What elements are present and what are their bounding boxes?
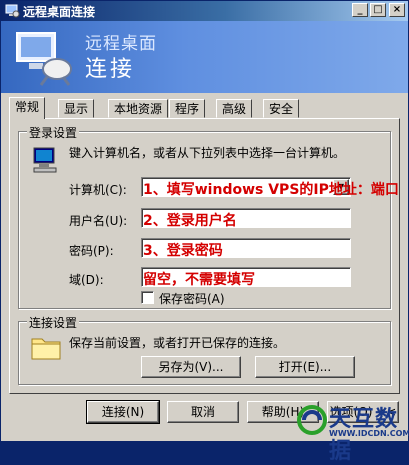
title-bar[interactable]: 远程桌面连接 _ □ × <box>1 1 408 21</box>
tab-local-resources[interactable]: 本地资源 <box>108 99 169 118</box>
computer-icon <box>33 147 57 173</box>
connection-description: 保存当前设置，或者打开已保存的连接。 <box>69 336 286 350</box>
domain-annotation: 留空，不需要填写 <box>143 272 255 288</box>
tab-display[interactable]: 显示 <box>58 99 95 118</box>
tab-security[interactable]: 安全 <box>263 99 300 118</box>
remote-desktop-logo-icon <box>16 32 72 86</box>
folder-icon <box>31 338 61 360</box>
remote-desktop-icon <box>5 4 20 18</box>
login-settings-legend: 登录设置 <box>27 124 80 141</box>
tab-general[interactable]: 常规 <box>9 97 46 119</box>
username-label: 用户名(U): <box>69 214 128 228</box>
save-password-label[interactable]: 保存密码(A) <box>159 290 225 307</box>
save-password-checkbox[interactable] <box>141 291 154 304</box>
domain-label: 域(D): <box>69 273 104 287</box>
save-as-button[interactable]: 另存为(V)... <box>141 356 241 378</box>
connection-settings-group: 连接设置 保存当前设置，或者打开已保存的连接。 另存为(V)... 打开(E).… <box>18 314 391 385</box>
watermark: 天互数据 WWW.IDCDN.COM <box>297 401 409 464</box>
watermark-logo-icon <box>297 405 327 435</box>
maximize-button[interactable]: □ <box>370 3 386 17</box>
watermark-url: WWW.IDCDN.COM <box>329 429 409 438</box>
connection-settings-legend: 连接设置 <box>27 314 80 331</box>
banner-title: 连接 <box>85 57 136 82</box>
password-annotation: 3、登录密码 <box>143 243 223 259</box>
username-annotation: 2、登录用户名 <box>143 213 237 229</box>
general-tab-panel: 登录设置 键入计算机名，或者从下拉列表中选择一台计算机。 计算机(C): ▼ 1… <box>9 118 400 394</box>
remote-desktop-window: 远程桌面连接 _ □ × 远程桌面 连接 常规 显示 本地资源 程序 高级 安全… <box>0 0 409 464</box>
login-settings-group: 登录设置 键入计算机名，或者从下拉列表中选择一台计算机。 计算机(C): ▼ 1… <box>18 124 399 309</box>
close-button[interactable]: × <box>389 3 405 17</box>
password-label: 密码(P): <box>69 244 114 258</box>
minimize-button[interactable]: _ <box>352 3 368 17</box>
banner: 远程桌面 连接 <box>1 21 408 93</box>
tab-programs[interactable]: 程序 <box>169 99 206 118</box>
window-title: 远程桌面连接 <box>23 5 96 19</box>
cancel-button[interactable]: 取消 <box>167 401 239 423</box>
connect-button[interactable]: 连接(N) <box>86 400 160 424</box>
tab-advanced[interactable]: 高级 <box>216 99 253 118</box>
computer-label: 计算机(C): <box>69 183 127 197</box>
computer-annotation: 1、填写windows VPS的IP地址：端口 <box>143 182 399 198</box>
login-description: 键入计算机名，或者从下拉列表中选择一台计算机。 <box>69 146 346 160</box>
open-button[interactable]: 打开(E)... <box>255 356 355 378</box>
